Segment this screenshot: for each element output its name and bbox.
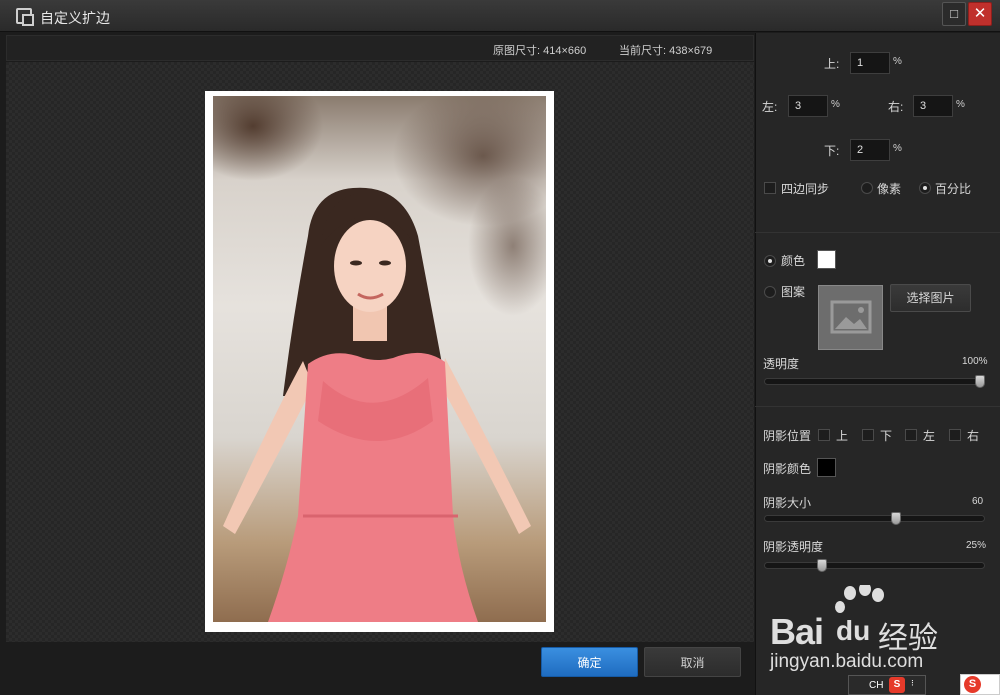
shadow-position-label: 阴影位置 xyxy=(763,429,812,443)
crop-expand-icon xyxy=(16,8,34,26)
title-bar: 自定义扩边 □ ✕ xyxy=(0,0,1000,32)
confirm-button[interactable]: 确定 xyxy=(541,647,638,677)
top-unit: % xyxy=(893,56,902,67)
shadow-bottom-checkbox[interactable] xyxy=(862,429,874,441)
color-fill-label: 颜色 xyxy=(781,254,806,268)
pattern-fill-label: 图案 xyxy=(781,285,806,299)
right-unit: % xyxy=(956,99,965,110)
image-placeholder-icon xyxy=(830,300,872,334)
color-fill-radio[interactable] xyxy=(764,255,776,267)
left-unit: % xyxy=(831,99,840,110)
size-info-bar: 原图尺寸: 414×660 当前尺寸: 438×679 xyxy=(6,35,754,61)
ime-toolbar[interactable]: CH S ⁝ xyxy=(848,675,926,695)
shadow-top-checkbox[interactable] xyxy=(818,429,830,441)
top-label: 上: xyxy=(824,57,840,71)
bottom-label: 下: xyxy=(824,144,840,158)
shadow-right-checkbox[interactable] xyxy=(949,429,961,441)
watermark-url: jingyan.baidu.com xyxy=(770,651,924,672)
sync-sides-label: 四边同步 xyxy=(781,182,830,196)
section-divider xyxy=(755,406,1000,407)
fill-color-swatch[interactable] xyxy=(817,250,836,269)
shadow-left-checkbox[interactable] xyxy=(905,429,917,441)
original-size-label: 原图尺寸: 414×660 xyxy=(493,45,587,57)
watermark-brand: Bai xyxy=(770,611,824,652)
opacity-slider-thumb[interactable] xyxy=(975,375,985,388)
pixel-label: 像素 xyxy=(877,182,902,196)
portrait-image xyxy=(213,96,546,622)
baidu-jingyan-watermark: Bai du 经验 jingyan.baidu.com xyxy=(770,582,970,675)
watermark-brand-tail: du xyxy=(836,615,871,646)
sync-sides-checkbox[interactable] xyxy=(764,182,776,194)
close-button[interactable]: ✕ xyxy=(968,2,992,26)
select-image-button[interactable]: 选择图片 xyxy=(890,284,971,312)
shadow-top-label: 上 xyxy=(836,429,849,443)
shadow-opacity-slider-thumb[interactable] xyxy=(816,559,827,572)
sogou-logo-icon: S xyxy=(964,676,981,693)
window-title: 自定义扩边 xyxy=(40,10,110,26)
shadow-size-value: 60 xyxy=(972,496,984,507)
opacity-label: 透明度 xyxy=(763,357,800,371)
shadow-size-label: 阴影大小 xyxy=(763,496,812,510)
sogou-icon: S xyxy=(889,677,905,693)
shadow-bottom-label: 下 xyxy=(880,429,893,443)
shadow-opacity-value: 25% xyxy=(966,540,987,551)
ime-menu-icon: ⁝ xyxy=(911,678,914,688)
bottom-input[interactable]: 2 xyxy=(850,139,890,161)
pixel-radio[interactable] xyxy=(861,182,873,194)
maximize-button[interactable]: □ xyxy=(942,2,966,26)
pattern-preview[interactable] xyxy=(818,285,883,350)
left-label: 左: xyxy=(762,100,778,114)
shadow-size-slider-track[interactable] xyxy=(764,515,985,522)
shadow-size-slider-thumb[interactable] xyxy=(890,512,901,525)
opacity-value: 100% xyxy=(962,356,988,367)
percent-radio[interactable] xyxy=(919,182,931,194)
right-label: 右: xyxy=(888,100,904,114)
shadow-opacity-slider-track[interactable] xyxy=(764,562,985,569)
opacity-slider-track[interactable] xyxy=(764,378,985,385)
cancel-button[interactable]: 取消 xyxy=(644,647,741,677)
shadow-right-label: 右 xyxy=(967,429,980,443)
percent-label: 百分比 xyxy=(935,182,972,196)
top-input[interactable]: 1 xyxy=(850,52,890,74)
ime-lang: CH xyxy=(869,680,884,691)
right-input[interactable]: 3 xyxy=(913,95,953,117)
shadow-color-swatch[interactable] xyxy=(817,458,836,477)
preview-photo xyxy=(213,96,546,622)
section-divider xyxy=(755,232,1000,233)
left-input[interactable]: 3 xyxy=(788,95,828,117)
shadow-left-label: 左 xyxy=(923,429,936,443)
shadow-color-label: 阴影颜色 xyxy=(763,462,812,476)
shadow-opacity-label: 阴影透明度 xyxy=(763,540,824,554)
current-size-label: 当前尺寸: 438×679 xyxy=(619,45,713,57)
sogou-tray-icon[interactable]: S xyxy=(960,674,1000,695)
pattern-fill-radio[interactable] xyxy=(764,286,776,298)
bottom-unit: % xyxy=(893,143,902,154)
